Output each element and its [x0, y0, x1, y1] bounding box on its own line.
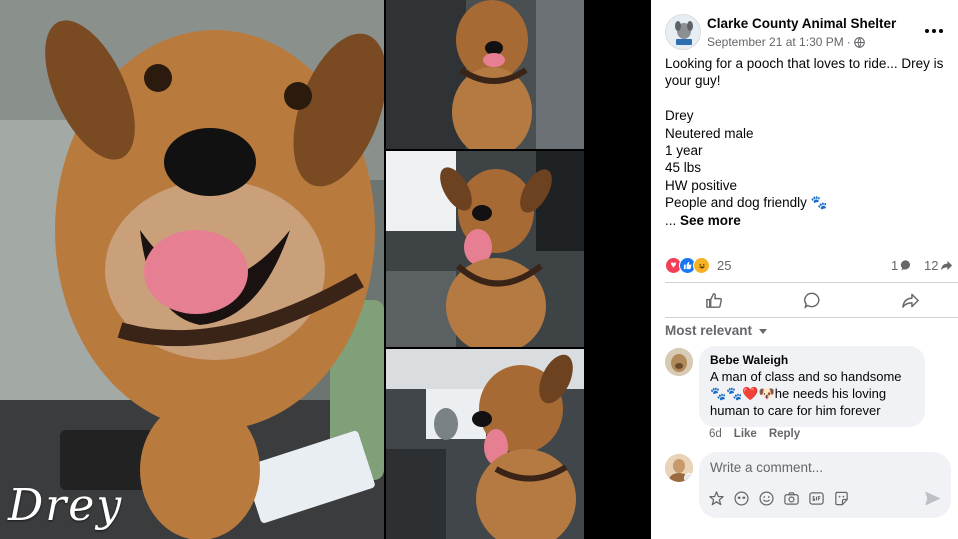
post-line: your guy! [665, 73, 721, 89]
post-line: 1 year [665, 143, 703, 159]
comment-line: 🐾🐾❤️🐶he needs his loving [710, 386, 887, 401]
ellipsis: ... [665, 212, 677, 228]
reaction-icons[interactable]: ♥ [665, 257, 710, 274]
send-icon[interactable] [924, 490, 941, 507]
dog-photo-illustration [386, 0, 584, 149]
share-count: 12 [924, 258, 939, 273]
camera-icon[interactable] [783, 490, 800, 507]
post-text: Looking for a pooch that loves to ride..… [665, 55, 950, 229]
post-line: Neutered male [665, 125, 754, 141]
post-header: Clarke County Animal Shelter September 2… [665, 14, 958, 54]
share-arrow-icon [941, 260, 953, 271]
shelter-logo-icon [666, 15, 700, 49]
see-more-link[interactable]: See more [680, 213, 741, 228]
commenter-name[interactable]: Bebe Waleigh [710, 353, 914, 368]
post-line: Drey [665, 108, 694, 124]
post-line: People and dog friendly 🐾 [665, 195, 828, 211]
haha-icon [693, 257, 710, 274]
caret-down-icon [759, 329, 768, 334]
thumbnail-photo-2[interactable] [386, 151, 584, 347]
thumbnail-photo-3[interactable] [386, 349, 584, 539]
user-avatar[interactable] [665, 454, 693, 482]
thumbnail-photo-1[interactable] [386, 0, 584, 149]
comment-icon [803, 292, 819, 309]
comment-button[interactable] [763, 283, 861, 317]
main-dog-photo[interactable]: Drey [0, 0, 384, 539]
post-timestamp[interactable]: September 21 at 1:30 PM [707, 35, 844, 49]
post-panel: Clarke County Animal Shelter September 2… [651, 0, 958, 539]
post-meta: September 21 at 1:30 PM · [707, 35, 865, 49]
share-count-link[interactable]: 12 [924, 258, 953, 273]
like-button[interactable] [665, 283, 763, 317]
more-options-icon[interactable] [922, 24, 946, 38]
dog-photo-illustration [386, 349, 584, 539]
sort-label: Most relevant [665, 323, 753, 338]
avatar-face-icon[interactable] [733, 490, 750, 507]
page-name[interactable]: Clarke County Animal Shelter [707, 16, 896, 31]
gif-icon[interactable] [808, 490, 825, 507]
comment-line: human to care for him forever [710, 403, 881, 418]
post-line [665, 90, 950, 107]
emoji-icon[interactable] [758, 490, 775, 507]
post-line: 45 lbs [665, 160, 702, 176]
comment-time[interactable]: 6d [709, 428, 722, 440]
globe-icon[interactable] [853, 36, 865, 48]
share-button[interactable] [861, 283, 958, 317]
share-icon [901, 293, 919, 308]
facebook-photo-viewer: Drey Clarke County Animal Shelter Septem… [0, 0, 958, 539]
post-action-bar [665, 282, 958, 318]
reaction-count[interactable]: 25 [717, 258, 731, 273]
comment-count: 1 [891, 258, 899, 273]
dog-photo-illustration [0, 0, 384, 539]
composer-tools [708, 490, 850, 507]
sticker-icon[interactable] [833, 490, 850, 507]
comment-composer [665, 452, 958, 522]
comment-count-link[interactable]: 1 [891, 258, 913, 273]
comment-reply-button[interactable]: Reply [769, 428, 800, 440]
commenter-avatar[interactable] [665, 348, 693, 376]
meta-separator: · [846, 35, 851, 49]
comment-actions: 6d Like Reply [709, 428, 800, 440]
post-line: Looking for a pooch that loves to ride..… [665, 56, 944, 71]
drey-signature-watermark: Drey [8, 480, 124, 531]
post-line: HW positive [665, 177, 738, 193]
comment-line: A man of class and so handsome [710, 369, 902, 384]
comment-input-box [699, 452, 951, 518]
see-more-line: ... See more [665, 212, 950, 229]
comment-sort-dropdown[interactable]: Most relevant [665, 323, 768, 338]
commenter-avatar-image [665, 348, 693, 376]
comment-bubble-icon [901, 260, 911, 271]
comment-input[interactable] [710, 460, 930, 475]
thumbs-up-icon [705, 292, 722, 308]
reactions-summary: ♥ 25 1 12 [665, 257, 958, 275]
page-avatar[interactable] [665, 14, 701, 50]
avatar-status-badge [684, 473, 693, 482]
comment-like-button[interactable]: Like [734, 428, 757, 440]
comment-bubble: Bebe Waleigh A man of class and so hands… [699, 346, 925, 427]
dog-photo-illustration [386, 151, 584, 347]
avatar-sticker-icon[interactable] [708, 490, 725, 507]
